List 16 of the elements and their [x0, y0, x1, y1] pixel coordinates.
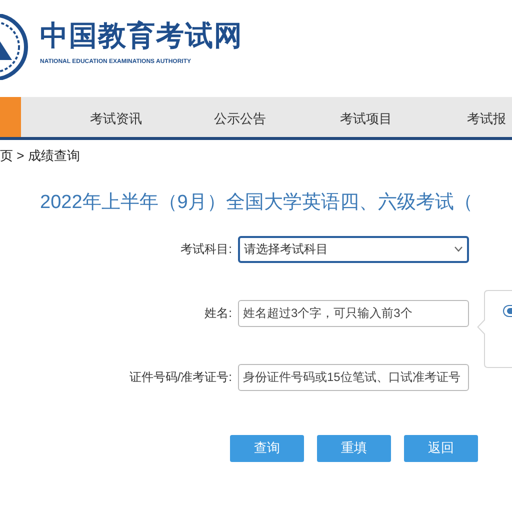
nav-link[interactable]: 考试项目 — [340, 109, 392, 128]
input-field[interactable]: 姓名超过3个字，可只输入前3个 — [238, 300, 469, 326]
radio-button[interactable] — [503, 305, 512, 317]
field-label: 考试科目: — [180, 241, 233, 258]
nav-link[interactable]: 公示公告 — [214, 109, 266, 128]
field-label: 姓名: — [204, 305, 233, 322]
breadcrumb: 页 > 成绩查询 — [0, 147, 81, 165]
page-title: 2022年上半年（9月）全国大学英语四、六级考试（ — [40, 192, 474, 212]
emblem-icon — [0, 14, 28, 80]
chevron-down-icon — [454, 246, 463, 252]
input-field[interactable]: 身份证件号码或15位笔试、口试准考证号 — [238, 364, 469, 390]
site-logo-title: 中国教育考试网 — [40, 22, 243, 50]
nav-link[interactable]: 考试报 — [467, 109, 506, 128]
field-label: 证件号码/准考证号: — [128, 369, 233, 386]
select-field[interactable]: 请选择考试科目 — [238, 236, 469, 262]
nav-link[interactable]: 考试资讯 — [90, 109, 142, 128]
